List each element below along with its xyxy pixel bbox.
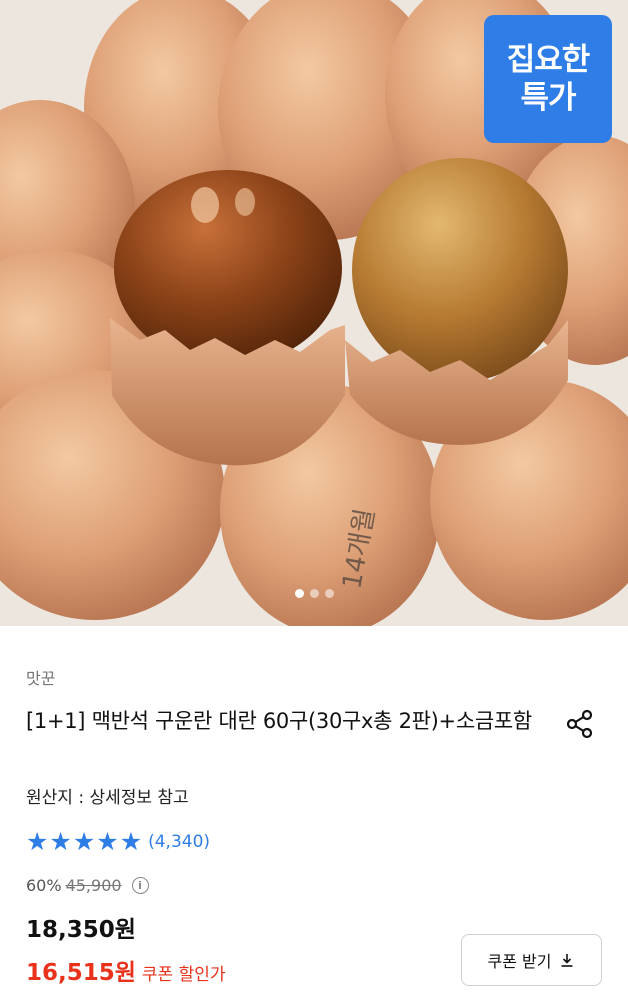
review-count[interactable]: (4,340) <box>148 832 210 852</box>
coupon-price: 16,515원 <box>26 960 136 986</box>
seller-name[interactable]: 맛꾼 <box>26 665 55 689</box>
original-price: 45,900 <box>65 876 122 895</box>
carousel-dot[interactable] <box>294 589 304 598</box>
product-title: [1+1] 맥반석 구운란 대란 60구(30구x총 2판)+소금포함 <box>26 709 532 733</box>
origin-info: 원산지 : 상세정보 참고 <box>26 788 189 808</box>
sale-price: 18,350원 <box>26 917 136 943</box>
download-icon <box>561 954 573 967</box>
special-deal-badge: 집요한 특가 <box>484 15 612 143</box>
badge-line-2: 특가 <box>520 80 576 116</box>
badge-line-1: 집요한 <box>506 42 591 78</box>
discount-row: 60% 45,900 i <box>26 876 149 895</box>
share-button[interactable] <box>563 707 597 741</box>
carousel-indicator <box>0 589 628 599</box>
star-icon: ★ <box>119 827 143 856</box>
share-icon <box>566 709 593 739</box>
product-image[interactable]: 14개월 집요한 특가 <box>0 0 628 626</box>
rating-stars: ★ ★ ★ ★ ★ <box>26 828 142 856</box>
get-coupon-label: 쿠폰 받기 <box>487 952 552 971</box>
carousel-dot[interactable] <box>309 589 319 598</box>
coupon-price-row: 16,515원 쿠폰 할인가 <box>26 953 226 987</box>
star-icon: ★ <box>72 827 96 856</box>
rating-row[interactable]: ★ ★ ★ ★ ★ (4,340) <box>26 828 210 856</box>
star-icon: ★ <box>49 827 72 856</box>
discount-rate: 60% <box>26 876 62 895</box>
coupon-price-label: 쿠폰 할인가 <box>141 965 226 985</box>
get-coupon-button[interactable]: 쿠폰 받기 <box>461 934 602 986</box>
carousel-dot[interactable] <box>324 589 334 598</box>
star-icon: ★ <box>26 827 49 856</box>
info-icon[interactable]: i <box>131 877 149 894</box>
star-icon: ★ <box>96 827 119 856</box>
